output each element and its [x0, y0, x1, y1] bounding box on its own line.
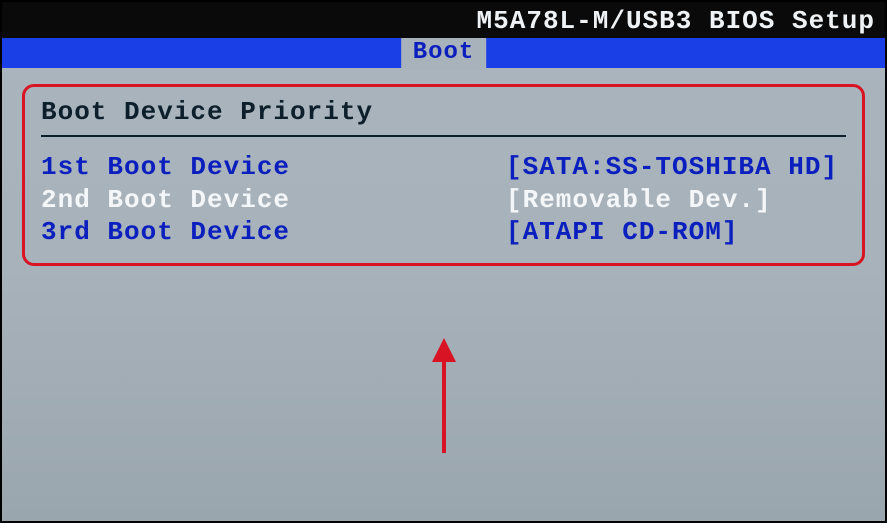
boot-row-3-label: 3rd Boot Device — [41, 216, 290, 249]
boot-row-1-value: [SATA:SS-TOSHIBA HD] — [506, 151, 846, 184]
boot-row-1-label: 1st Boot Device — [41, 151, 290, 184]
section-divider — [41, 135, 846, 137]
boot-row-2-value: [Removable Dev.] — [506, 184, 846, 217]
boot-row-2-label: 2nd Boot Device — [41, 184, 290, 217]
boot-row-2[interactable]: 2nd Boot Device [Removable Dev.] — [41, 184, 846, 217]
content-area: Boot Device Priority 1st Boot Device [SA… — [2, 68, 885, 282]
boot-row-3[interactable]: 3rd Boot Device [ATAPI CD-ROM] — [41, 216, 846, 249]
annotation-arrow-icon — [424, 338, 464, 458]
bios-title-bar: M5A78L-M/USB3 BIOS Setup — [2, 2, 885, 38]
tab-boot-label: Boot — [413, 39, 475, 66]
section-title: Boot Device Priority — [41, 97, 846, 127]
menu-bar[interactable]: Boot — [2, 38, 885, 68]
bios-screen: M5A78L-M/USB3 BIOS Setup Boot Boot Devic… — [0, 0, 887, 523]
boot-row-1[interactable]: 1st Boot Device [SATA:SS-TOSHIBA HD] — [41, 151, 846, 184]
boot-row-3-value: [ATAPI CD-ROM] — [506, 216, 846, 249]
bios-title: M5A78L-M/USB3 BIOS Setup — [477, 6, 875, 36]
tab-boot[interactable]: Boot — [401, 38, 487, 69]
annotation-highlight-box: Boot Device Priority 1st Boot Device [SA… — [22, 84, 865, 266]
